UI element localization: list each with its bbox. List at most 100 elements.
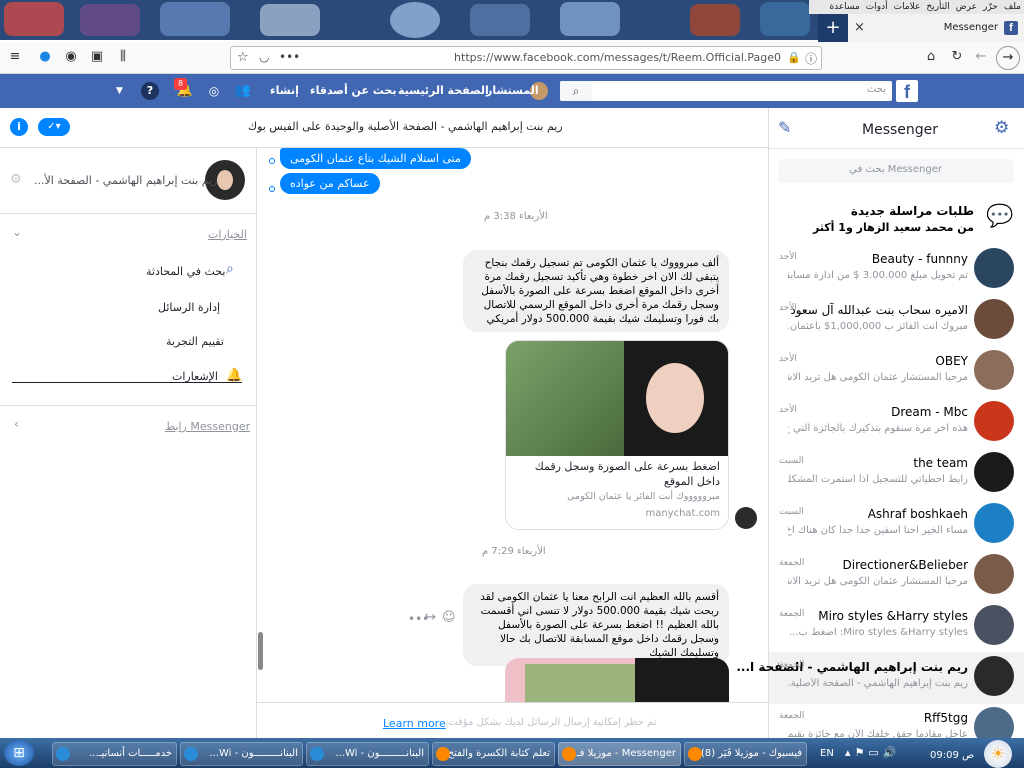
conversation-name: Ashraf boshkaeh — [867, 507, 968, 521]
conversation-name: الاميره سحاب بنت عبدالله آل سعود — [790, 303, 968, 317]
profile-link[interactable]: المستشار — [486, 84, 539, 97]
close-tab-icon[interactable]: × — [854, 20, 865, 35]
messenger-icon[interactable]: ◎ — [206, 83, 222, 99]
scrollbar-thumb[interactable] — [258, 632, 263, 670]
settings-icon[interactable]: ⚙ — [994, 118, 1009, 138]
create-link[interactable]: إنشاء — [270, 84, 299, 97]
checkmark-menu-icon[interactable]: ✓▾ — [38, 118, 70, 136]
conversation-item[interactable]: Rff5tgg عاجل مقادماً حقق خلفك الآن مع جا… — [769, 703, 1024, 738]
manage-messages-option[interactable]: إدارة الرسائل — [158, 301, 220, 314]
options-header[interactable]: الخيارات — [208, 228, 247, 241]
messenger-link[interactable]: رابط Messenger — [165, 420, 250, 433]
conversation-item[interactable]: Beauty - funnny تم تحويل مبلغ 3.00.000 $… — [769, 244, 1024, 296]
message-requests[interactable]: 💬 طلبات مراسلة جديدة من محمد سعيد الزهار… — [778, 200, 1024, 240]
facebook-search-input[interactable]: بحث ⌕ — [560, 81, 892, 101]
page-actions-icon[interactable]: ••• — [279, 50, 300, 64]
messenger-search-placeholder: بحث في Messenger — [849, 164, 942, 175]
sent-message: عساكم من عواده — [280, 173, 380, 194]
taskbar-item[interactable]: فيسبوك - موزيلا فَيَر (8) — [684, 742, 807, 766]
timestamp: الأربعاء 3:38 م — [484, 211, 548, 222]
taskbar-item[interactable]: البنانـــــــــون - Wi... — [180, 742, 303, 766]
taskbar-item-active[interactable]: Messenger - موزيلا فـ... — [558, 742, 681, 766]
messenger-search-input[interactable]: بحث في Messenger — [778, 159, 1014, 183]
firefox-icon — [562, 747, 576, 761]
new-message-icon[interactable]: ✎ — [778, 118, 791, 137]
account-menu-icon[interactable]: ▼ — [116, 86, 123, 96]
firefox-icon — [436, 747, 450, 761]
share-icon[interactable]: ↪ — [425, 610, 436, 625]
chevron-down-icon[interactable]: ⌄ — [12, 225, 22, 239]
composer-blocked-bar: Learn more تم حظر إمكانية إرسال الرسائل … — [257, 702, 768, 738]
gear-icon[interactable]: ⚙ — [10, 172, 22, 187]
conversation-item[interactable]: Miro styles &Harry styles Miro styles &H… — [769, 601, 1024, 653]
help-icon[interactable]: ? — [141, 82, 159, 100]
avatar — [974, 248, 1014, 288]
link-preview-card[interactable]: اضغط بسرعة على الصورة وسجل رقمك داخل الم… — [505, 340, 729, 530]
library-icon[interactable]: ⫼ — [114, 49, 132, 64]
conversation-name: Rff5tgg — [923, 711, 968, 725]
star-icon[interactable]: ☆ — [237, 50, 249, 65]
clock[interactable]: ص 09:09 — [930, 750, 974, 761]
search-conversation-option[interactable]: بحث في المحادثة — [146, 265, 225, 278]
find-friends-link[interactable]: بحث عن أصدقاء — [310, 84, 397, 97]
bell-icon: 🔔 — [226, 368, 243, 383]
avatar — [974, 707, 1014, 738]
menu-edit[interactable]: حرّر — [983, 2, 998, 12]
taskbar-item[interactable]: خدمـــــات أنسانيـ... — [52, 742, 177, 766]
tray-icons[interactable]: ▴⚑▭🔊 — [845, 746, 900, 759]
menu-icon[interactable]: ≡ — [6, 49, 24, 64]
money-image — [506, 341, 624, 456]
conversation-item[interactable]: OBEY مرحباً المستشار عثمان الكومى هل تري… — [769, 346, 1024, 398]
menu-history[interactable]: التأريخ — [926, 2, 949, 12]
new-tab-button[interactable]: + — [818, 14, 848, 42]
divider — [0, 405, 257, 406]
menu-tools[interactable]: أدوات — [866, 2, 888, 12]
conversation-item[interactable]: Directioner&Belieber مرحباً المستشار عثم… — [769, 550, 1024, 602]
pocket-icon[interactable]: ◡ — [259, 50, 269, 64]
menu-help[interactable]: مساعدة — [829, 2, 859, 12]
conversation-item[interactable]: Dream - Mbc هذه اخر مرة سنقوم بتذكيرك با… — [769, 397, 1024, 449]
menu-file[interactable]: ملف — [1004, 2, 1021, 12]
reload-icon[interactable]: ↻ — [948, 49, 966, 64]
friends-icon[interactable]: 👥 — [234, 83, 252, 99]
search-icon[interactable]: ⌕ — [560, 81, 592, 101]
contact-name[interactable]: ريم بنت إبراهيم الهاشمي - الصفحة الأ... — [34, 174, 217, 187]
avatar — [974, 503, 1014, 543]
firefox-icon — [688, 747, 702, 761]
start-button[interactable]: ⊞ — [4, 740, 34, 766]
url-bar[interactable]: ☆ ◡ ••• https://www.facebook.com/message… — [230, 46, 822, 70]
sent-indicator-icon — [269, 186, 275, 192]
conversation-item[interactable]: الاميره سحاب بنت عبدالله آل سعود مبروك أ… — [769, 295, 1024, 347]
taskbar-item-label: البنانـــــــــون - Wi... — [335, 748, 424, 759]
chevron-left-icon[interactable]: ‹ — [14, 417, 19, 431]
portrait-image — [635, 658, 729, 704]
home-icon[interactable]: ⌂ — [922, 49, 940, 64]
sync-icon[interactable]: ● — [36, 49, 54, 64]
account-icon[interactable]: ◉ — [62, 49, 80, 64]
home-link[interactable]: الصفحة الرئيسية — [398, 84, 489, 97]
sidebar-icon[interactable]: ▣ — [88, 49, 106, 64]
conversation-preview: تم تحويل مبلغ 3.00.000 $ من ادارة مسابقة… — [788, 270, 968, 281]
taskbar-item-label: خدمـــــات أنسانيـ... — [89, 748, 172, 759]
menu-bookmarks[interactable]: علامات — [894, 2, 921, 12]
facebook-logo-icon[interactable]: f — [896, 80, 918, 102]
conversation-item[interactable]: the team رابط احطياتي للتسجيل اذا استمرت… — [769, 448, 1024, 500]
browser-tab[interactable]: × f Messenger — [848, 14, 1024, 42]
menu-view[interactable]: عرض — [956, 2, 977, 12]
conversation-item[interactable]: Ashraf boshkaeh مساء الخير احنا أسفين جد… — [769, 499, 1024, 551]
language-indicator[interactable]: EN — [820, 748, 834, 759]
conversation-item-active[interactable]: ريم بنت إبراهيم الهاشمي - الصفحة ا... ري… — [736, 652, 1024, 704]
learn-more-link[interactable]: Learn more — [383, 717, 446, 730]
rate-experience-option[interactable]: تقييم التجربة — [166, 335, 224, 348]
avatar — [974, 656, 1014, 696]
emoji-icon[interactable]: ☺ — [442, 610, 456, 625]
taskbar-item[interactable]: تعلم كتابة الكسرة والفتح... — [432, 742, 555, 766]
weather-icon[interactable]: ☀ — [984, 740, 1012, 768]
taskbar-item[interactable]: البنانـــــــــون - Wi... — [306, 742, 429, 766]
back-button[interactable]: → — [996, 46, 1020, 70]
info-icon[interactable]: ⓘ — [805, 50, 817, 67]
tab-title: Messenger — [943, 22, 998, 33]
info-icon[interactable]: i — [10, 118, 28, 136]
forward-icon[interactable]: ← — [972, 49, 990, 64]
conversation-preview: مبروك أنت الفائز ب 1,000,000$ باعثمان... — [788, 321, 968, 332]
